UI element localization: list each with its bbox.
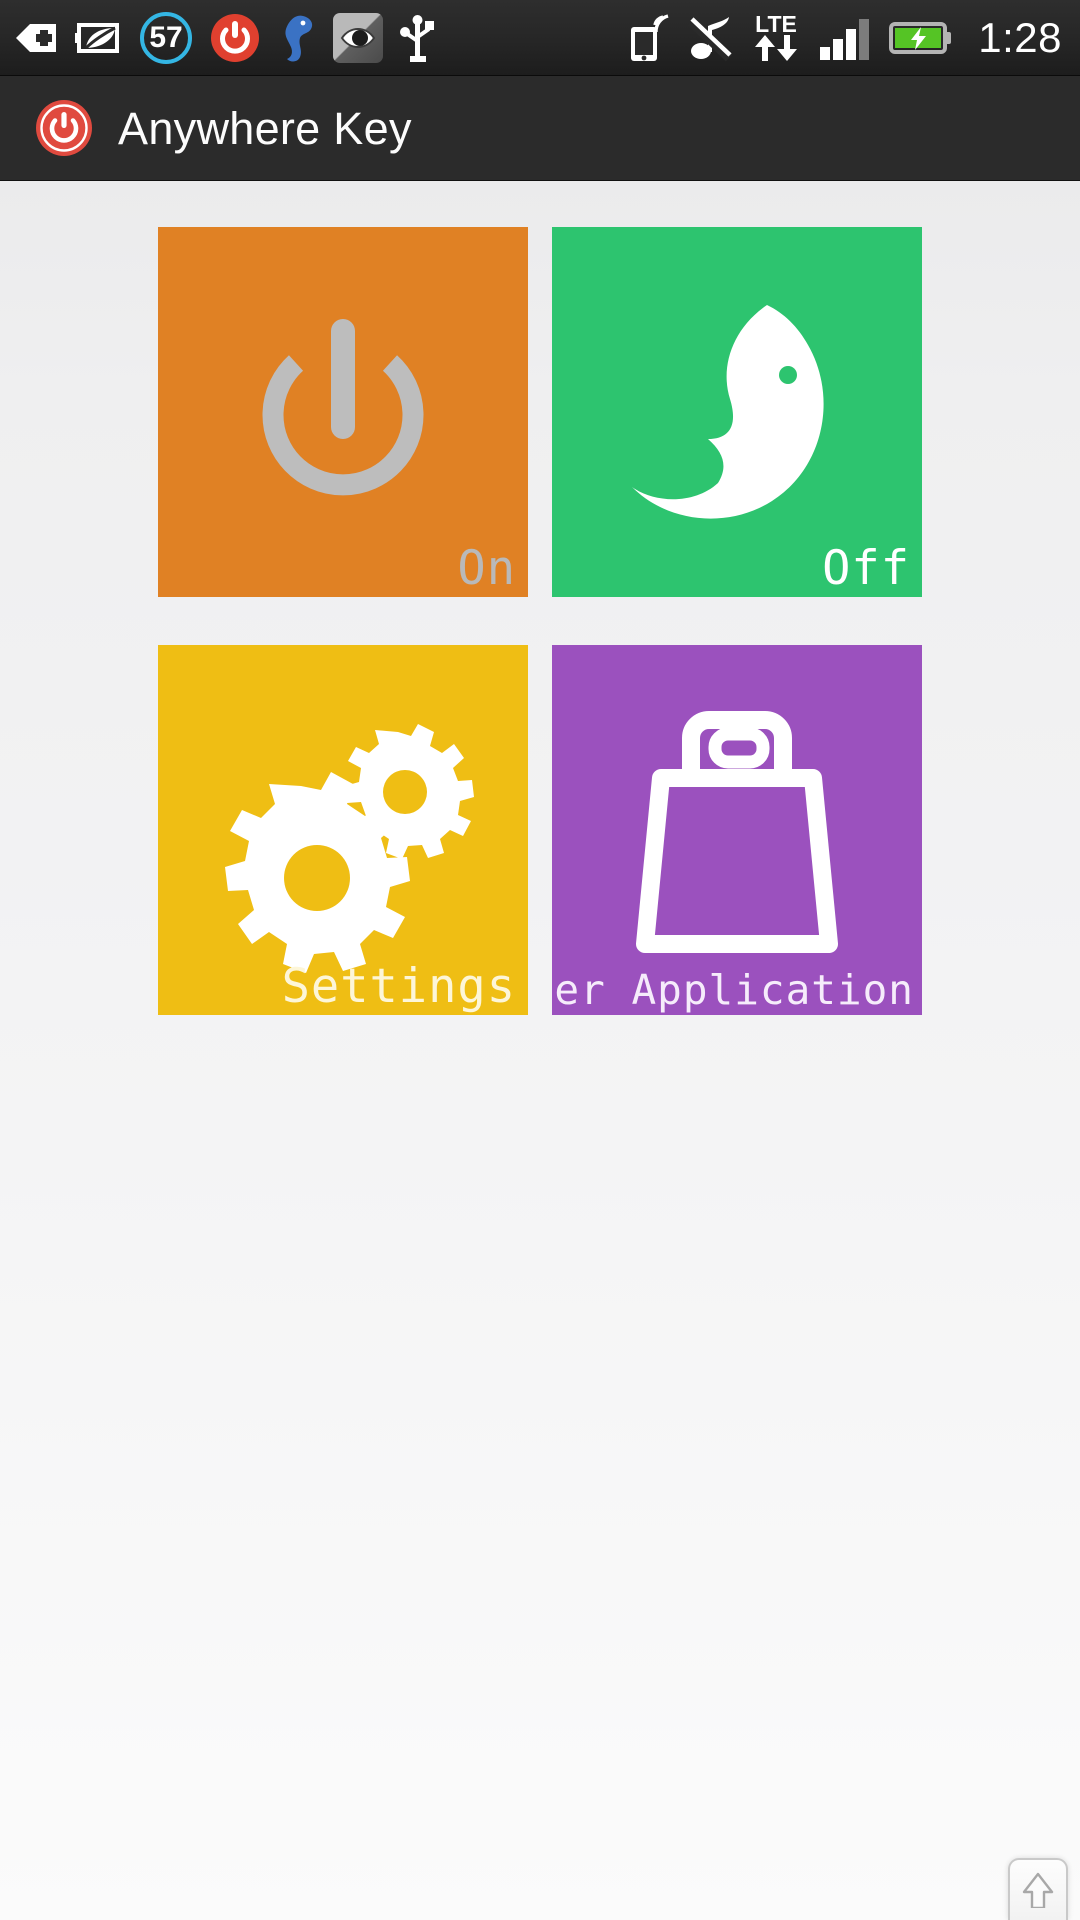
tile-settings-label: Settings xyxy=(281,959,516,1015)
page-title: Anywhere Key xyxy=(118,102,412,154)
status-bar-clock: 1:28 xyxy=(978,13,1062,61)
main-content: On Off Settings er Application xyxy=(0,181,1080,1920)
notification-count-badge: 57 xyxy=(140,11,192,64)
lte-data-icon: LTE xyxy=(749,11,803,65)
svg-text:LTE: LTE xyxy=(755,11,797,37)
status-bar[interactable]: 57 LTE 1:28 xyxy=(0,0,1080,76)
music-muted-icon xyxy=(686,14,734,62)
tile-off[interactable]: Off xyxy=(552,227,922,597)
tile-off-label: Off xyxy=(822,541,910,597)
tile-settings[interactable]: Settings xyxy=(158,645,528,1015)
tile-on-label: On xyxy=(457,541,516,597)
usb-icon xyxy=(400,13,436,63)
battery-leaf-saver-icon xyxy=(75,19,123,57)
tile-grid: On Off Settings er Application xyxy=(158,227,922,1015)
app-title-bar: Anywhere Key xyxy=(0,76,1080,181)
status-bar-system-icons: LTE 1:28 xyxy=(625,11,1062,65)
battery-charging-icon xyxy=(887,19,953,57)
scroll-to-top-button[interactable] xyxy=(1008,1858,1068,1920)
tile-on[interactable]: On xyxy=(158,227,528,597)
notification-count-label: 57 xyxy=(149,20,183,54)
signal-bars-icon xyxy=(818,15,872,61)
tile-other-application[interactable]: Other Application xyxy=(552,645,922,1015)
arrow-up-icon xyxy=(1021,1868,1055,1913)
power-icon xyxy=(36,100,92,156)
bag-icon xyxy=(552,645,922,1015)
status-bar-notification-icons: 57 xyxy=(14,11,625,64)
back-plus-icon xyxy=(14,18,58,58)
power-toggle-icon xyxy=(209,12,261,64)
dolphin-browser-icon xyxy=(278,12,316,64)
eye-screen-filter-icon xyxy=(333,12,383,63)
phone-vibrate-icon xyxy=(625,13,671,63)
tile-other-application-label: Other Application xyxy=(552,965,914,1014)
